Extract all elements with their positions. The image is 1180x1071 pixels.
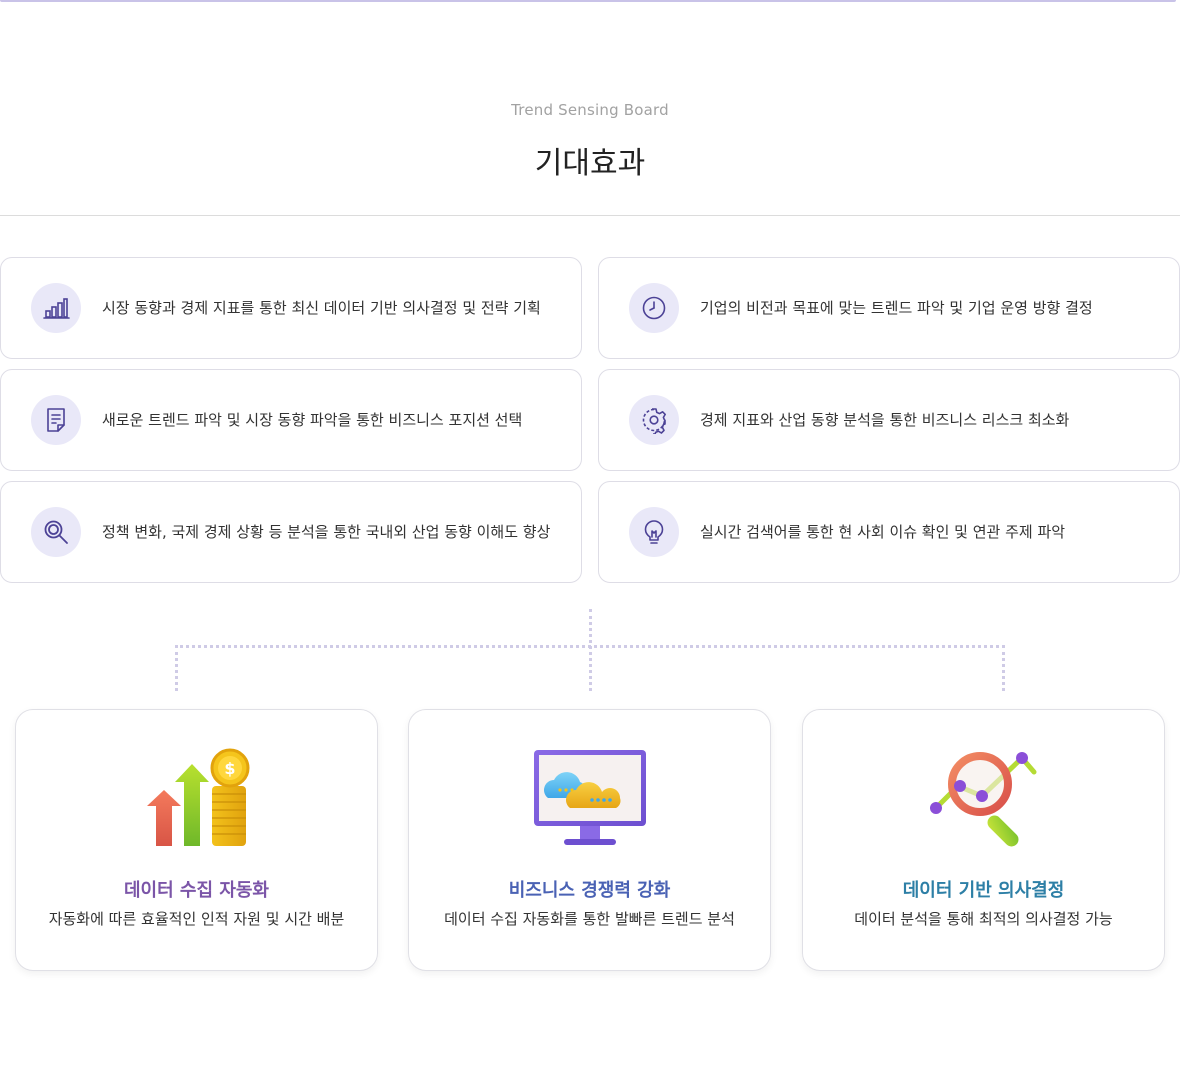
clock-icon (629, 283, 679, 333)
top-rule (0, 0, 1176, 2)
connector-center (589, 609, 592, 691)
connector-horizontal (175, 645, 1005, 648)
gear-icon (629, 395, 679, 445)
bar-chart-icon (31, 283, 81, 333)
document-icon (31, 395, 81, 445)
benefit-title: 비즈니스 경쟁력 강화 (508, 880, 671, 901)
effect-text: 정책 변화, 국제 경제 상황 등 분석을 통한 국내외 산업 동향 이해도 향… (102, 523, 551, 541)
search-icon (31, 507, 81, 557)
divider (0, 215, 1180, 216)
benefit-title: 데이터 기반 의사결정 (902, 880, 1065, 901)
benefit-desc: 데이터 수집 자동화를 통한 발빠른 트렌드 분석 (444, 910, 735, 928)
svg-text:$: $ (224, 759, 235, 778)
cloud-monitor-icon (409, 746, 770, 850)
growth-coins-icon: $ (16, 746, 377, 850)
connector-right (1002, 645, 1005, 691)
benefit-title: 데이터 수집 자동화 (123, 880, 269, 901)
effect-text: 실시간 검색어를 통한 현 사회 이슈 확인 및 연관 주제 파악 (700, 523, 1066, 541)
benefit-card-competitiveness: 비즈니스 경쟁력 강화 데이터 수집 자동화를 통한 발빠른 트렌드 분석 (408, 709, 771, 971)
effect-card-5: 정책 변화, 국제 경제 상황 등 분석을 통한 국내외 산업 동향 이해도 향… (0, 481, 582, 583)
connector-left (175, 645, 178, 691)
section-subtitle: Trend Sensing Board (511, 101, 669, 119)
effect-card-6: 실시간 검색어를 통한 현 사회 이슈 확인 및 연관 주제 파악 (598, 481, 1180, 583)
lightbulb-icon (629, 507, 679, 557)
section-title: 기대효과 (534, 146, 646, 181)
magnifier-analysis-icon (803, 746, 1164, 850)
effect-card-3: 새로운 트렌드 파악 및 시장 동향 파악을 통한 비즈니스 포지션 선택 (0, 369, 582, 471)
effect-card-1: 시장 동향과 경제 지표를 통한 최신 데이터 기반 의사결정 및 전략 기획 (0, 257, 582, 359)
benefit-card-automation: $ 데이터 수집 자동화 자동화에 따른 효율적인 인적 자원 및 시간 배분 (15, 709, 378, 971)
effect-card-4: 경제 지표와 산업 동향 분석을 통한 비즈니스 리스크 최소화 (598, 369, 1180, 471)
effect-text: 시장 동향과 경제 지표를 통한 최신 데이터 기반 의사결정 및 전략 기획 (102, 299, 541, 317)
benefit-desc: 자동화에 따른 효율적인 인적 자원 및 시간 배분 (48, 910, 345, 928)
effect-card-2: 기업의 비전과 목표에 맞는 트렌드 파악 및 기업 운영 방향 결정 (598, 257, 1180, 359)
effect-text: 기업의 비전과 목표에 맞는 트렌드 파악 및 기업 운영 방향 결정 (700, 299, 1093, 317)
benefit-desc: 데이터 분석을 통해 최적의 의사결정 가능 (854, 910, 1113, 928)
benefit-card-decision: 데이터 기반 의사결정 데이터 분석을 통해 최적의 의사결정 가능 (802, 709, 1165, 971)
effect-text: 새로운 트렌드 파악 및 시장 동향 파악을 통한 비즈니스 포지션 선택 (102, 411, 523, 429)
effect-text: 경제 지표와 산업 동향 분석을 통한 비즈니스 리스크 최소화 (700, 411, 1070, 429)
